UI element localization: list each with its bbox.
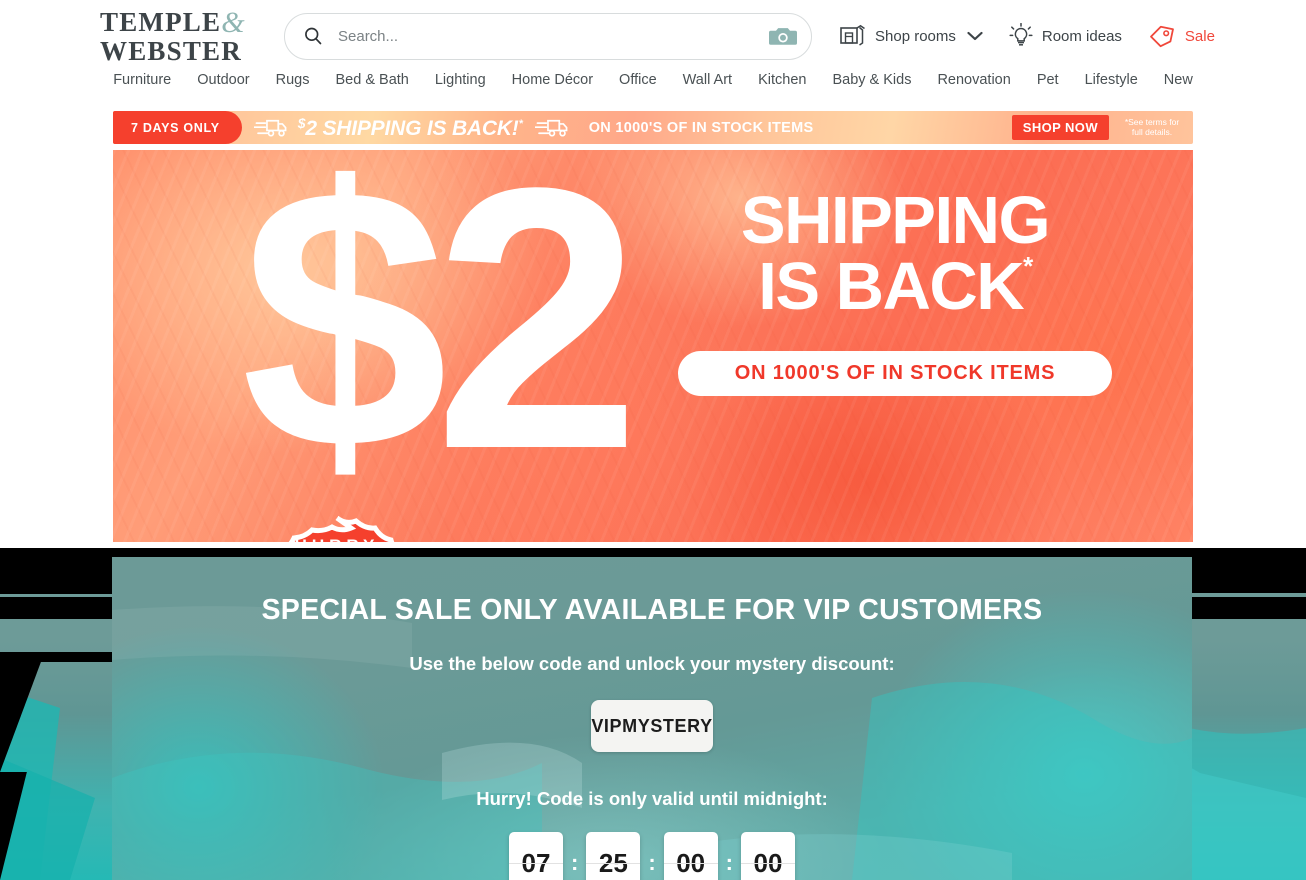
nav-item-rugs[interactable]: Rugs xyxy=(276,72,310,88)
delivery-truck-icon-2 xyxy=(534,119,568,137)
vip-promo-code[interactable]: VIPMYSTERY xyxy=(591,700,713,752)
shop-rooms-label: Shop rooms xyxy=(875,27,956,45)
logo-line-2: WEBSTER xyxy=(100,35,242,66)
vip-title: SPECIAL SALE ONLY AVAILABLE FOR VIP CUST… xyxy=(261,594,1043,626)
logo-ampersand: & xyxy=(221,5,246,39)
search-icon xyxy=(305,27,322,45)
vip-overlay-panel: SPECIAL SALE ONLY AVAILABLE FOR VIP CUST… xyxy=(112,548,1192,880)
hero-dollar-sign: $ xyxy=(241,150,448,526)
render-artifact-band-left-2 xyxy=(0,597,112,619)
hero-headline-asterisk: * xyxy=(1023,250,1033,281)
strip-asterisk: * xyxy=(518,117,523,130)
countdown-separator-3: : xyxy=(725,850,733,875)
hero-headline-line-1: SHIPPING xyxy=(740,183,1051,258)
countdown-seconds: 00 xyxy=(740,832,795,880)
search-area xyxy=(284,12,812,60)
lightbulb-icon xyxy=(1009,23,1033,46)
chevron-down-icon[interactable] xyxy=(967,31,983,41)
sale-label: Sale xyxy=(1184,27,1215,45)
strip-headline-text: 2 SHIPPING IS BACK! xyxy=(305,116,519,140)
hero-price-graphic: $2 xyxy=(241,150,641,504)
hero-headline-line-2: IS BACK* xyxy=(645,250,1145,320)
hero-copy-block: SHIPPING IS BACK* ON 1000'S OF IN STOCK … xyxy=(645,183,1145,397)
vip-subtitle: Use the below code and unlock your myste… xyxy=(409,653,895,674)
nav-item-new[interactable]: New xyxy=(1164,72,1193,88)
sale-action[interactable]: Sale xyxy=(1148,24,1215,48)
render-artifact-band-left-1 xyxy=(0,557,112,594)
delivery-truck-icon xyxy=(253,119,287,137)
nav-item-baby-kids[interactable]: Baby & Kids xyxy=(832,72,911,88)
nav-item-renovation[interactable]: Renovation xyxy=(937,72,1010,88)
room-ideas-label: Room ideas xyxy=(1041,27,1122,45)
strip-shop-now-button[interactable]: SHOP NOW xyxy=(1011,115,1109,140)
render-artifact-band-right-2 xyxy=(1192,597,1306,619)
strip-headline: $2 SHIPPING IS BACK!* xyxy=(298,115,523,141)
sale-tag-icon xyxy=(1150,25,1174,48)
nav-item-wall-art[interactable]: Wall Art xyxy=(683,72,732,88)
rooms-icon xyxy=(840,24,865,46)
nav-item-bed-bath[interactable]: Bed & Bath xyxy=(336,72,409,88)
render-artifact-band-left-3 xyxy=(0,652,112,662)
logo-line-1: TEMPLE xyxy=(100,6,222,37)
nav-item-furniture[interactable]: Furniture xyxy=(113,72,171,88)
header-actions: Shop rooms Room ideas Sale xyxy=(840,23,1215,49)
search-bar[interactable] xyxy=(284,12,812,60)
site-header: TEMPLE& WEBSTER Search... Shop rooms Roo… xyxy=(0,0,1306,103)
strip-subline: ON 1000'S OF IN STOCK ITEMS xyxy=(588,119,814,136)
strip-days-pill: 7 DAYS ONLY xyxy=(113,111,242,144)
hurry-badge: HURRY 7 DAYS ONLY xyxy=(251,515,423,542)
countdown-minutes: 00 xyxy=(663,832,718,880)
page-root: TEMPLE& WEBSTER Search... Shop rooms Roo… xyxy=(0,0,1306,880)
hero-offer-pill: ON 1000'S OF IN STOCK ITEMS xyxy=(678,351,1112,397)
nav-item-lifestyle[interactable]: Lifestyle xyxy=(1085,72,1138,88)
hero-headline-text-2: IS BACK xyxy=(758,248,1024,324)
countdown-timer: 07 : 25 : 00 : 00 xyxy=(112,832,1192,880)
countdown-hours: 25 xyxy=(586,832,641,880)
starburst-badge-icon xyxy=(288,515,395,542)
site-logo[interactable]: TEMPLE& WEBSTER xyxy=(100,5,260,66)
primary-nav: Furniture Outdoor Rugs Bed & Bath Lighti… xyxy=(0,72,1306,103)
nav-item-home-decor[interactable]: Home Décor xyxy=(512,72,593,88)
strip-terms-line-2: full details. xyxy=(1131,126,1173,137)
countdown-separator-1: : xyxy=(571,850,579,875)
search-input[interactable] xyxy=(338,27,769,45)
hero-amount: 2 xyxy=(433,150,641,526)
header-top-row: TEMPLE& WEBSTER Search... Shop rooms Roo… xyxy=(0,0,1306,72)
room-ideas-action[interactable]: Room ideas xyxy=(1009,23,1122,49)
camera-icon[interactable] xyxy=(769,25,797,47)
nav-item-pet[interactable]: Pet xyxy=(1037,72,1059,88)
countdown-separator-2: : xyxy=(648,850,656,875)
render-artifact-band-top xyxy=(0,548,1306,557)
nav-item-outdoor[interactable]: Outdoor xyxy=(197,72,249,88)
vip-content: SPECIAL SALE ONLY AVAILABLE FOR VIP CUST… xyxy=(112,548,1192,880)
promo-strip-banner[interactable]: 7 DAYS ONLY $2 SHIPPING IS BACK!* ON 100… xyxy=(113,111,1193,144)
shop-rooms-action[interactable]: Shop rooms xyxy=(840,24,983,48)
countdown-days: 07 xyxy=(509,832,563,880)
nav-item-office[interactable]: Office xyxy=(619,72,657,88)
render-artifact-band-right-1 xyxy=(1192,557,1306,593)
vip-hurry-text: Hurry! Code is only valid until midnight… xyxy=(476,788,828,809)
strip-terms-line-1: *See terms for xyxy=(1124,116,1180,127)
nav-item-kitchen[interactable]: Kitchen xyxy=(758,72,806,88)
nav-item-lighting[interactable]: Lighting xyxy=(435,72,486,88)
hero-banner[interactable]: $2 SHIPPING IS BACK* ON 1000'S OF IN STO… xyxy=(113,150,1193,542)
strip-terms-text: *See terms for full details. xyxy=(1121,116,1183,138)
